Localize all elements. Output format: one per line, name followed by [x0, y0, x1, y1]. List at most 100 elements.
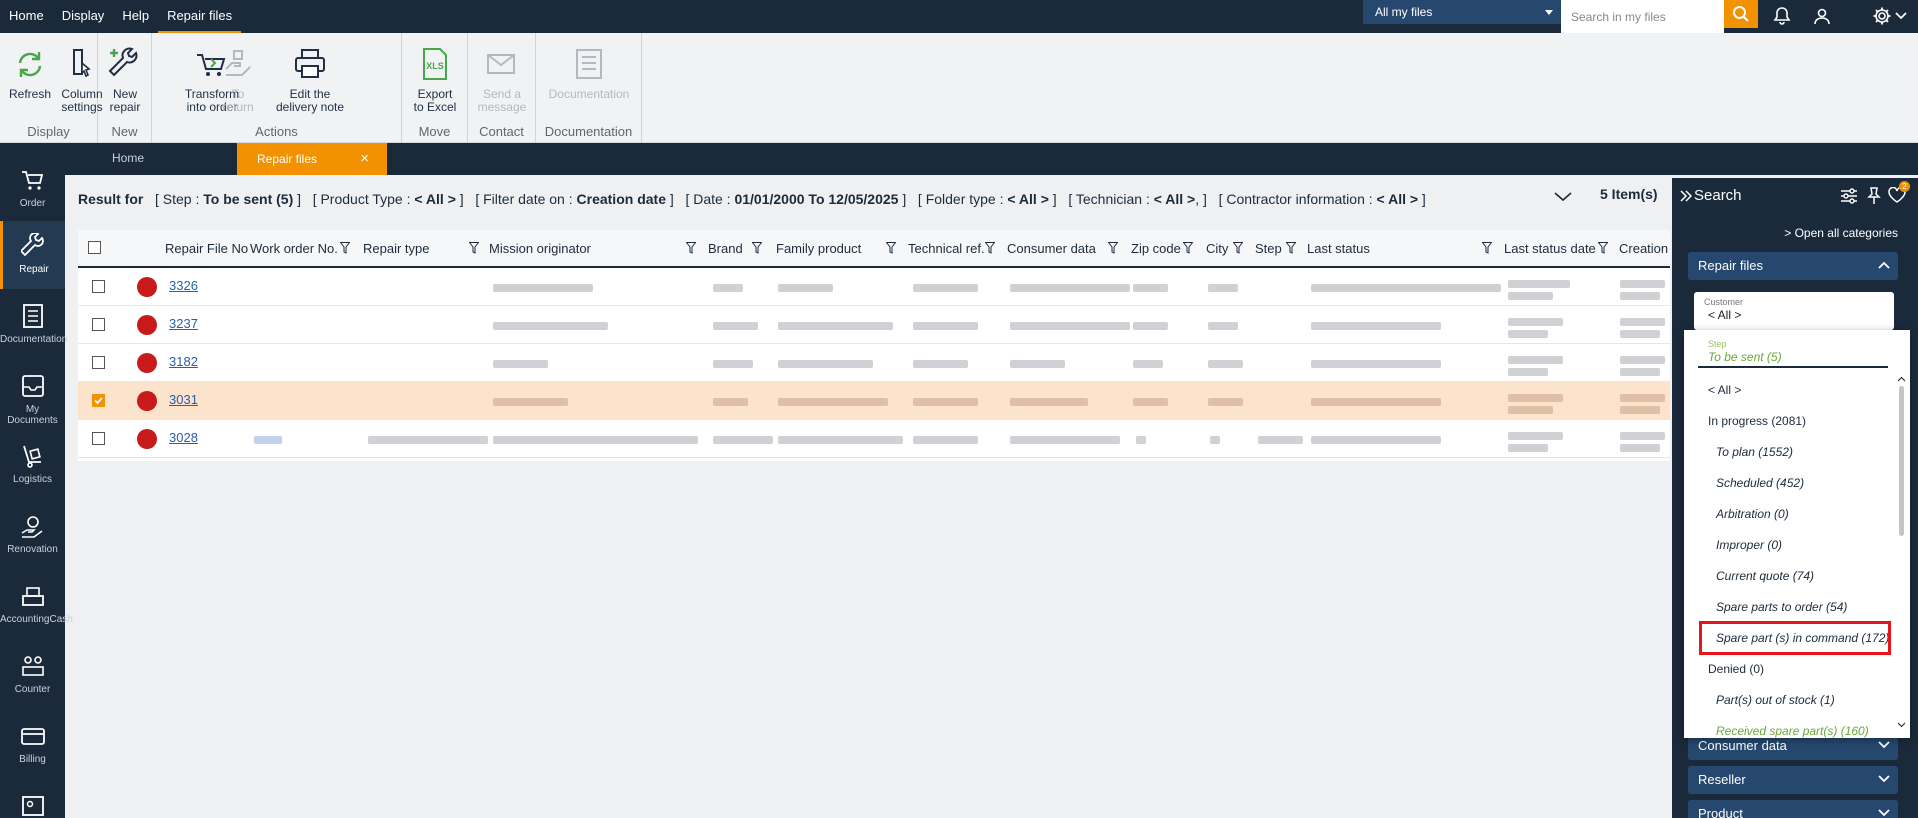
sidebar-item-accountingcash[interactable]: AccountingCash — [0, 571, 73, 637]
bell-icon[interactable] — [1771, 5, 1793, 27]
menu-home[interactable]: Home — [0, 0, 53, 33]
export-excel-button[interactable]: XLS Export to Excel — [412, 47, 458, 114]
customer-select[interactable]: Customer < All > — [1694, 292, 1894, 330]
menu-display[interactable]: Display — [53, 0, 114, 33]
filter-icon[interactable] — [1598, 242, 1608, 254]
filter-icon[interactable] — [886, 242, 896, 254]
step-option[interactable]: Arbitration (0) — [1716, 507, 1789, 521]
documentation-button[interactable]: Documentation — [542, 47, 636, 101]
scrollbar-thumb[interactable] — [1899, 386, 1904, 536]
table-row[interactable]: 3028 — [78, 420, 1670, 458]
filter-icon[interactable] — [1108, 242, 1118, 254]
step-option[interactable]: Scheduled (452) — [1716, 476, 1804, 490]
double-chevron-right-icon[interactable] — [1680, 190, 1692, 202]
filter-icon[interactable] — [686, 242, 696, 254]
to-return-button[interactable]: To return — [218, 47, 258, 114]
step-dropdown[interactable]: Step To be sent (5) < All > In progress … — [1684, 330, 1910, 738]
table-row[interactable]: 3031 — [78, 382, 1670, 420]
step-option[interactable]: In progress (2081) — [1708, 414, 1806, 428]
sidebar-item-counter[interactable]: Counter — [0, 641, 65, 707]
gear-icon[interactable] — [1871, 5, 1893, 27]
menu-help[interactable]: Help — [113, 0, 158, 33]
column-technical-ref[interactable]: Technical ref. — [908, 241, 985, 256]
search-input[interactable] — [1561, 0, 1724, 33]
repair-file-link[interactable]: 3182 — [169, 354, 198, 369]
row-checkbox[interactable] — [92, 280, 105, 293]
accordion-repair-files[interactable]: Repair files — [1688, 252, 1898, 280]
sidebar-item-more[interactable] — [0, 781, 65, 818]
chevron-up-icon[interactable] — [1897, 376, 1906, 382]
sidebar-item-repair[interactable]: Repair — [0, 221, 65, 289]
dropdown-scrollbar[interactable] — [1896, 376, 1906, 728]
pin-icon[interactable] — [1866, 187, 1882, 205]
column-mission-originator[interactable]: Mission originator — [489, 241, 591, 256]
edit-delivery-note-button[interactable]: Edit the delivery note — [270, 47, 350, 114]
repair-file-link[interactable]: 3326 — [169, 278, 198, 293]
redacted-cell — [778, 360, 873, 368]
scope-select[interactable]: All my files — [1363, 0, 1561, 24]
sidebar-item-renovation[interactable]: Renovation — [0, 501, 65, 567]
tab-home[interactable]: Home — [112, 151, 144, 165]
select-all-checkbox[interactable] — [88, 241, 101, 254]
accordion-product[interactable]: Product — [1688, 800, 1898, 818]
table-row[interactable]: 3237 — [78, 306, 1670, 344]
repair-file-link[interactable]: 3237 — [169, 316, 198, 331]
filter-icon[interactable] — [985, 242, 995, 254]
column-last-status[interactable]: Last status — [1307, 241, 1370, 256]
check-icon — [94, 397, 103, 405]
row-checkbox[interactable] — [92, 318, 105, 331]
open-all-categories-link[interactable]: > Open all categories — [1784, 226, 1898, 240]
sidebar-item-order[interactable]: Order — [0, 155, 65, 221]
chevron-down-icon[interactable] — [1894, 5, 1908, 27]
column-zip-code[interactable]: Zip code — [1131, 241, 1181, 256]
column-brand[interactable]: Brand — [708, 241, 743, 256]
column-repair-file-no[interactable]: Repair File No — [165, 241, 248, 256]
table-row[interactable]: 3182 — [78, 344, 1670, 382]
filter-icon[interactable] — [752, 242, 762, 254]
filter-icon[interactable] — [340, 242, 350, 254]
step-option[interactable]: < All > — [1708, 383, 1741, 397]
row-checkbox[interactable] — [92, 432, 105, 445]
refresh-button[interactable]: Refresh — [8, 47, 52, 101]
menu-repair-files[interactable]: Repair files — [158, 0, 242, 33]
column-work-order-no[interactable]: Work order No. — [250, 241, 338, 256]
send-message-button[interactable]: Send a message — [476, 47, 528, 114]
step-option[interactable]: To plan (1552) — [1716, 445, 1793, 459]
accordion-reseller[interactable]: Reseller — [1688, 766, 1898, 794]
step-option[interactable]: Improper (0) — [1716, 538, 1782, 552]
sidebar-item-my-documents[interactable]: My Documents — [0, 361, 65, 427]
step-option[interactable]: Part(s) out of stock (1) — [1716, 693, 1835, 707]
column-family-product[interactable]: Family product — [776, 241, 861, 256]
step-option[interactable]: Received spare part(s) (160) — [1716, 724, 1869, 738]
new-repair-button[interactable]: New repair — [104, 47, 146, 114]
close-icon[interactable]: × — [360, 143, 369, 175]
sliders-icon[interactable] — [1840, 188, 1858, 204]
filter-icon[interactable] — [1482, 242, 1492, 254]
sidebar-item-billing[interactable]: Billing — [0, 711, 65, 777]
filter-icon[interactable] — [1286, 242, 1296, 254]
repair-file-link[interactable]: 3028 — [169, 430, 198, 445]
step-option[interactable]: Current quote (74) — [1716, 569, 1814, 583]
search-button[interactable] — [1724, 0, 1758, 28]
table-row[interactable]: 3326 — [78, 268, 1670, 306]
filter-icon[interactable] — [469, 242, 479, 254]
tab-repair-files[interactable]: Repair files × — [237, 143, 387, 175]
row-checkbox[interactable] — [92, 356, 105, 369]
user-icon[interactable] — [1811, 5, 1833, 27]
column-consumer-data[interactable]: Consumer data — [1007, 241, 1096, 256]
filter-icon[interactable] — [1233, 242, 1243, 254]
step-option[interactable]: Spare parts to order (54) — [1716, 600, 1847, 614]
sidebar-item-logistics[interactable]: Logistics — [0, 431, 65, 497]
row-checkbox[interactable] — [92, 394, 105, 407]
sidebar-item-documentation[interactable]: Documentation — [0, 291, 67, 357]
chevron-down-icon[interactable] — [1554, 192, 1572, 202]
column-repair-type[interactable]: Repair type — [363, 241, 429, 256]
chevron-down-icon[interactable] — [1897, 722, 1906, 728]
repair-file-link[interactable]: 3031 — [169, 392, 198, 407]
column-last-status-date[interactable]: Last status date — [1504, 241, 1596, 256]
column-creation-date[interactable]: Creation c — [1619, 241, 1678, 256]
filter-icon[interactable] — [1183, 242, 1193, 254]
column-city[interactable]: City — [1206, 241, 1228, 256]
column-step[interactable]: Step — [1255, 241, 1282, 256]
step-option[interactable]: Denied (0) — [1708, 662, 1764, 676]
